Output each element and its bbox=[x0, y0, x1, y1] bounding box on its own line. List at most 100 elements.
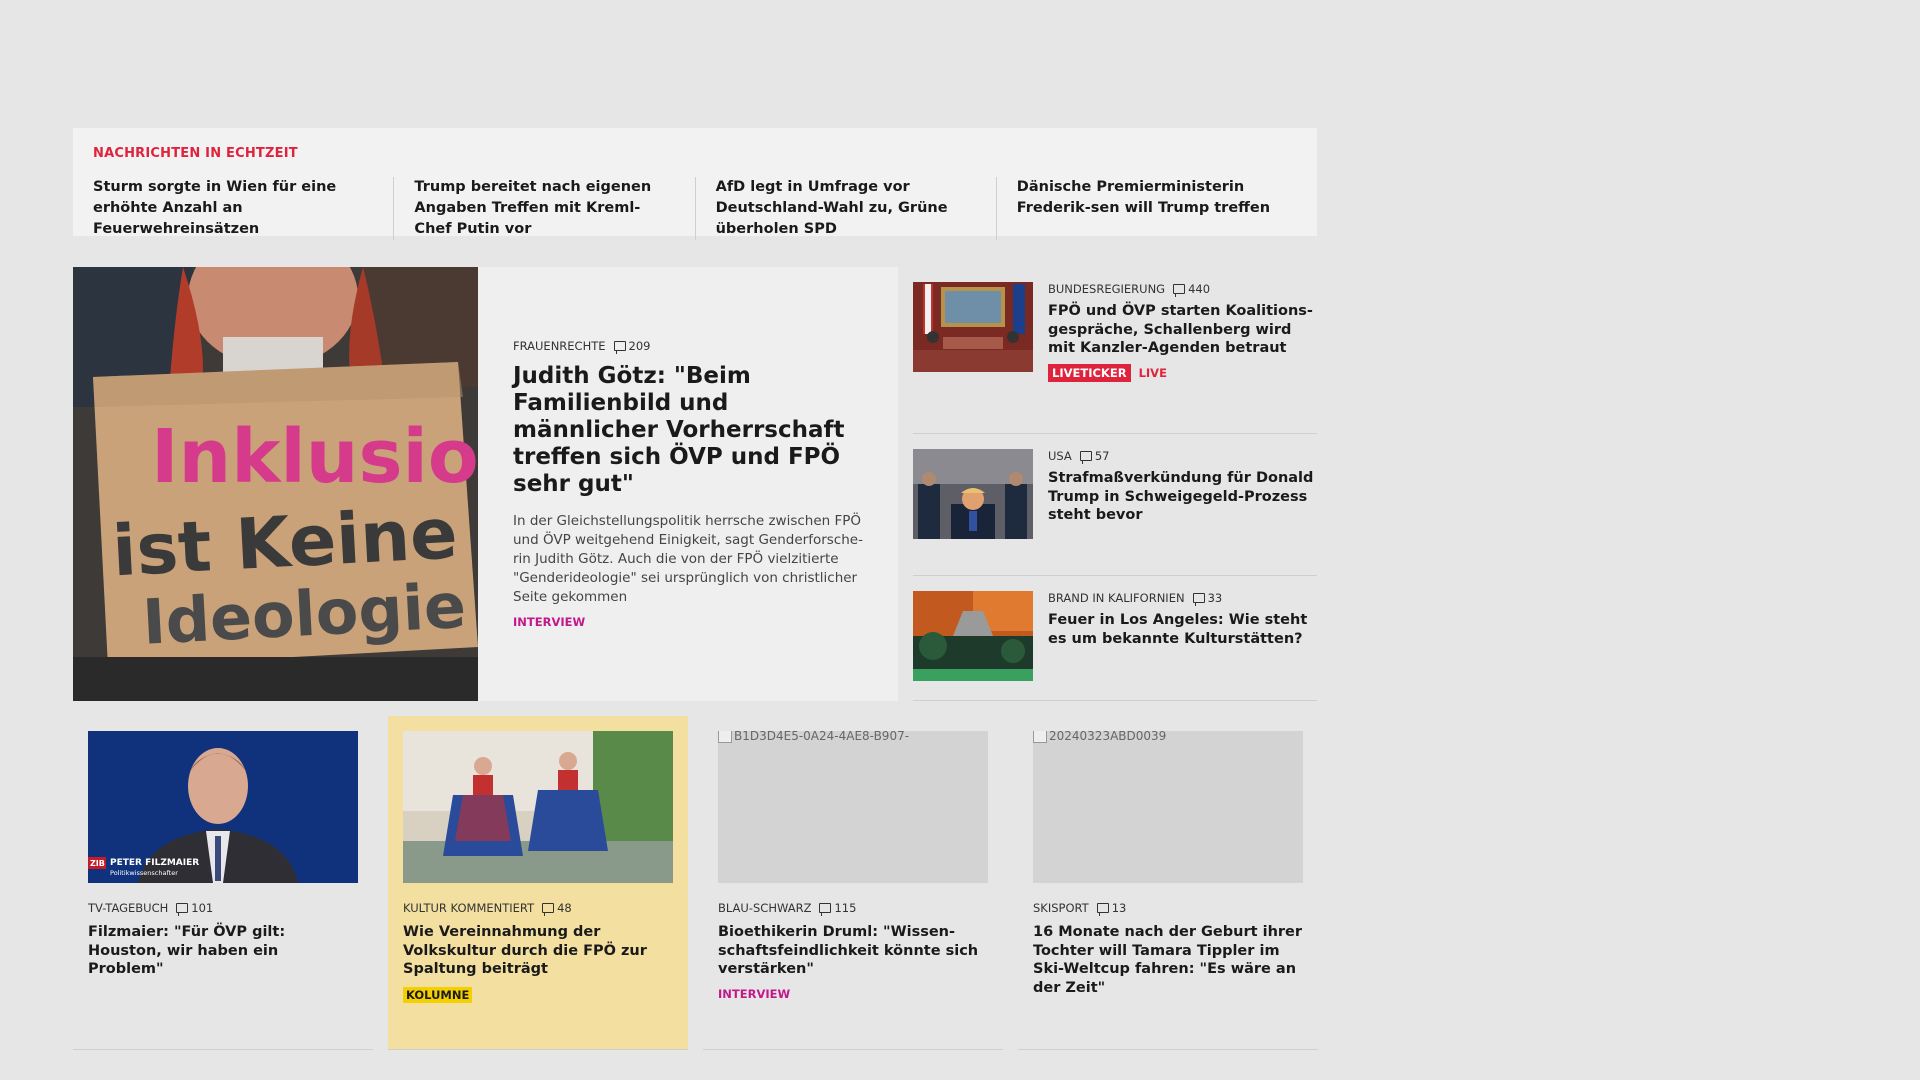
ticker-item[interactable]: Dänische Premierministerin Frederik-sen … bbox=[995, 177, 1297, 240]
kicker-label[interactable]: USA bbox=[1048, 449, 1072, 463]
zib-logo: ZIB bbox=[90, 859, 105, 868]
page: NACHRICHTEN IN ECHTZEIT Sturm sorgte in … bbox=[0, 0, 1920, 1080]
liveticker-badge: LIVETICKER bbox=[1048, 363, 1131, 382]
kicker-label[interactable]: BUNDESREGIERUNG bbox=[1048, 282, 1165, 296]
comment-icon bbox=[1096, 903, 1109, 916]
comment-icon bbox=[613, 341, 626, 354]
folk-dance-photo bbox=[403, 731, 673, 883]
caption-role: Politikwissenschafter bbox=[110, 869, 178, 877]
comment-icon bbox=[176, 903, 189, 916]
protest-sign-photo: Inklusion ist Keine Ideologie bbox=[73, 267, 478, 701]
comment-icon bbox=[1079, 451, 1092, 464]
side-story[interactable]: BUNDESREGIERUNG 440 FPÖ und ÖVP starten … bbox=[913, 267, 1317, 434]
teaser-row: ZIB PETER FILZMAIER Politikwissenschafte… bbox=[73, 716, 1318, 1050]
card-image[interactable] bbox=[403, 731, 673, 883]
side-story-list: BUNDESREGIERUNG 440 FPÖ und ÖVP starten … bbox=[913, 267, 1317, 701]
comment-count-value: 115 bbox=[834, 901, 857, 915]
kicker-label[interactable]: FRAUENRECHTE bbox=[513, 339, 606, 353]
comment-count[interactable]: 115 bbox=[819, 901, 857, 916]
card-image-placeholder[interactable]: B1D3D4E5-0A24-4AE8-B907- bbox=[718, 731, 988, 883]
card-headline[interactable]: Wie Vereinnahmung der Volkskultur durch … bbox=[403, 923, 673, 979]
live-badges: LIVETICKER LIVE bbox=[1048, 363, 1317, 382]
lead-kicker: FRAUENRECHTE 209 bbox=[513, 339, 868, 354]
comment-count[interactable]: 101 bbox=[176, 901, 214, 916]
card-image-placeholder[interactable]: 20240323ABD0039 bbox=[1033, 731, 1303, 883]
comment-count-value: 101 bbox=[191, 901, 214, 915]
sign-text-line1: Inklusion bbox=[151, 414, 478, 500]
image-alt-text: B1D3D4E5-0A24-4AE8-B907- bbox=[734, 731, 910, 743]
teaser-card[interactable]: KULTUR KOMMENTIERT 48 Wie Vereinnahmung … bbox=[388, 716, 688, 1050]
comment-count-value: 440 bbox=[1188, 282, 1211, 296]
comment-count[interactable]: 57 bbox=[1079, 449, 1110, 464]
story-thumbnail[interactable] bbox=[913, 449, 1033, 539]
card-headline[interactable]: Filzmaier: "Für ÖVP gilt: Houston, wir h… bbox=[88, 923, 358, 979]
comment-count[interactable]: 209 bbox=[613, 339, 651, 354]
meeting-room-photo bbox=[913, 282, 1033, 372]
side-story-text: BUNDESREGIERUNG 440 FPÖ und ÖVP starten … bbox=[1048, 282, 1317, 418]
card-headline[interactable]: Bioethikerin Druml: "Wissen-schaftsfeind… bbox=[718, 923, 988, 979]
ticker-items: Sturm sorgte in Wien für eine erhöhte An… bbox=[93, 177, 1297, 240]
comment-count-value: 33 bbox=[1207, 591, 1223, 605]
card-kicker: KULTUR KOMMENTIERT 48 bbox=[403, 901, 673, 916]
realtime-news-ticker: NACHRICHTEN IN ECHTZEIT Sturm sorgte in … bbox=[73, 128, 1317, 240]
ticker-item[interactable]: AfD legt in Umfrage vor Deutschland-Wahl… bbox=[694, 177, 996, 240]
comment-icon bbox=[1173, 284, 1186, 297]
broken-image-alt: B1D3D4E5-0A24-4AE8-B907- bbox=[718, 731, 909, 743]
comment-icon bbox=[1192, 593, 1205, 606]
comment-count-value: 57 bbox=[1094, 449, 1110, 463]
lead-story-image[interactable]: Inklusion ist Keine Ideologie bbox=[73, 267, 478, 701]
comment-count-value: 209 bbox=[628, 339, 651, 353]
card-headline[interactable]: 16 Monate nach der Geburt ihrer Tochter … bbox=[1033, 923, 1303, 997]
kicker-label[interactable]: BLAU-SCHWARZ bbox=[718, 901, 811, 915]
interview-tag: INTERVIEW bbox=[513, 615, 586, 629]
comment-count-value: 13 bbox=[1111, 901, 1127, 915]
side-kicker: BRAND IN KALIFORNIEN 33 bbox=[1048, 591, 1317, 606]
card-kicker: SKISPORT 13 bbox=[1033, 901, 1303, 916]
kicker-label[interactable]: KULTUR KOMMENTIERT bbox=[403, 901, 534, 915]
teaser-card[interactable]: ZIB PETER FILZMAIER Politikwissenschafte… bbox=[73, 716, 373, 1050]
side-headline[interactable]: FPÖ und ÖVP starten Koalitions-gespräche… bbox=[1048, 302, 1317, 358]
comment-icon bbox=[542, 903, 555, 916]
kicker-label[interactable]: BRAND IN KALIFORNIEN bbox=[1048, 591, 1185, 605]
comment-count[interactable]: 440 bbox=[1173, 282, 1211, 297]
lead-story-text: FRAUENRECHTE 209 Judith Götz: "Beim Fami… bbox=[478, 267, 898, 701]
broken-image-icon bbox=[1033, 731, 1047, 743]
card-kicker: BLAU-SCHWARZ 115 bbox=[718, 901, 988, 916]
ticker-label[interactable]: NACHRICHTEN IN ECHTZEIT bbox=[93, 146, 1297, 161]
wildfire-photo bbox=[913, 591, 1033, 681]
column-tag: KOLUMNE bbox=[403, 986, 473, 1003]
teaser-card[interactable]: B1D3D4E5-0A24-4AE8-B907- BLAU-SCHWARZ 11… bbox=[703, 716, 1003, 1050]
card-kicker: TV-TAGEBUCH 101 bbox=[88, 901, 358, 916]
side-story-text: USA 57 Strafmaßverkündung für Donald Tru… bbox=[1048, 449, 1317, 560]
ticker-item[interactable]: Sturm sorgte in Wien für eine erhöhte An… bbox=[93, 177, 393, 240]
courtroom-photo bbox=[913, 449, 1033, 539]
teaser-card[interactable]: 20240323ABD0039 SKISPORT 13 16 Monate na… bbox=[1018, 716, 1318, 1050]
side-story[interactable]: USA 57 Strafmaßverkündung für Donald Tru… bbox=[913, 434, 1317, 576]
comment-count-value: 48 bbox=[557, 901, 572, 915]
interview-tag: INTERVIEW bbox=[718, 986, 791, 1001]
comment-count[interactable]: 33 bbox=[1192, 591, 1223, 606]
caption-name: PETER FILZMAIER bbox=[110, 858, 199, 868]
side-headline[interactable]: Strafmaßverkündung für Donald Trump in S… bbox=[1048, 469, 1317, 525]
side-story-text: BRAND IN KALIFORNIEN 33 Feuer in Los Ang… bbox=[1048, 591, 1317, 685]
card-image[interactable]: ZIB PETER FILZMAIER Politikwissenschafte… bbox=[88, 731, 358, 883]
lead-teaser: In der Gleichstellungspolitik herrsche z… bbox=[513, 513, 863, 605]
kicker-label[interactable]: TV-TAGEBUCH bbox=[88, 901, 168, 915]
side-headline[interactable]: Feuer in Los Angeles: Wie steht es um be… bbox=[1048, 611, 1317, 648]
lead-headline[interactable]: Judith Götz: "Beim Familienbild und männ… bbox=[513, 363, 868, 498]
live-badge: LIVE bbox=[1138, 365, 1167, 380]
comment-icon bbox=[819, 903, 832, 916]
story-thumbnail[interactable] bbox=[913, 591, 1033, 681]
lead-story[interactable]: Inklusion ist Keine Ideologie FRAUENRECH… bbox=[73, 267, 898, 701]
side-kicker: BUNDESREGIERUNG 440 bbox=[1048, 282, 1317, 297]
kicker-label[interactable]: SKISPORT bbox=[1033, 901, 1089, 915]
story-thumbnail[interactable] bbox=[913, 282, 1033, 372]
comment-count[interactable]: 48 bbox=[542, 901, 572, 916]
comment-count[interactable]: 13 bbox=[1096, 901, 1127, 916]
ticker-item[interactable]: Trump bereitet nach eigenen Angaben Tref… bbox=[393, 177, 694, 240]
side-kicker: USA 57 bbox=[1048, 449, 1317, 464]
broken-image-alt: 20240323ABD0039 bbox=[1033, 731, 1166, 743]
broken-image-icon bbox=[718, 731, 732, 743]
side-story[interactable]: BRAND IN KALIFORNIEN 33 Feuer in Los Ang… bbox=[913, 576, 1317, 701]
tv-interview-photo: ZIB PETER FILZMAIER Politikwissenschafte… bbox=[88, 731, 358, 883]
